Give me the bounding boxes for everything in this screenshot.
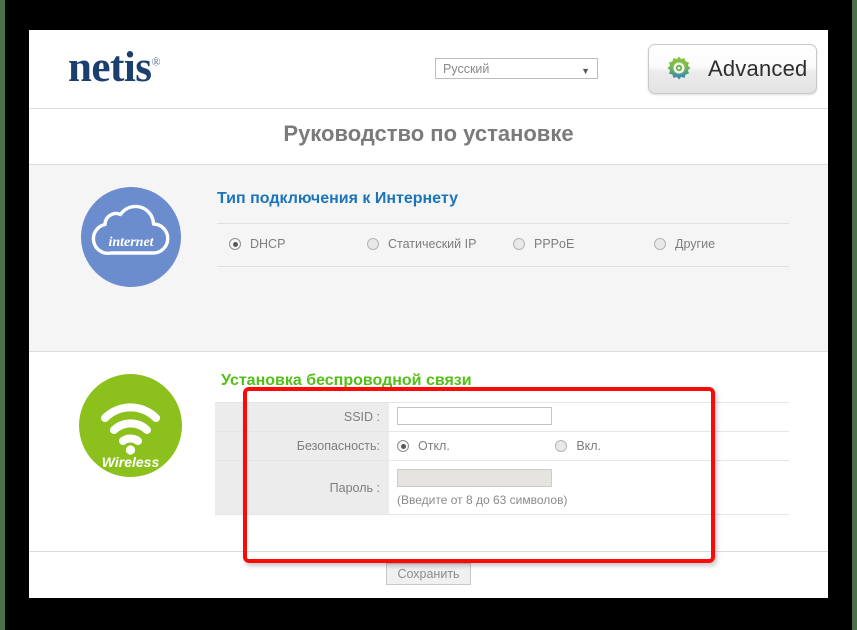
internet-icon-label: internet (108, 235, 154, 250)
page-title-bar: Руководство по установке (29, 109, 828, 165)
right-edge-strip (852, 0, 857, 630)
password-input[interactable] (397, 468, 552, 487)
connection-type-static-ip-label: Статический IP (388, 237, 477, 251)
connection-type-other[interactable]: Другие (654, 237, 715, 251)
save-button[interactable]: Сохранить (386, 563, 471, 585)
left-edge-strip (0, 0, 5, 630)
wireless-icon-label: Wireless (102, 454, 160, 470)
wireless-section-heading: Установка беспроводной связи (221, 372, 472, 389)
connection-type-pppoe[interactable]: PPPoE (513, 237, 574, 251)
wireless-section: Wireless Установка беспроводной связи SS… (29, 352, 828, 552)
connection-type-static-ip[interactable]: Статический IP (367, 237, 476, 251)
radio-dot-security-off[interactable] (397, 440, 409, 452)
security-value-cell: Откл. Вкл. (389, 431, 789, 461)
radio-dot-other[interactable] (654, 238, 666, 250)
screenshot-frame: netis® Русский ▼ Advanced Руководство по… (0, 0, 857, 630)
table-row-security: Безопасность: Откл. Вкл. (215, 431, 789, 461)
security-option-off-label: Откл. (418, 439, 450, 453)
security-option-on-label: Вкл. (576, 439, 602, 453)
language-select-value: Русский (443, 62, 490, 76)
password-value-cell: (Введите от 8 до 63 символов) (389, 460, 789, 515)
table-row-ssid: SSID : (215, 402, 789, 432)
table-row-password: Пароль : (Введите от 8 до 63 символов) (215, 460, 789, 515)
password-label: Пароль : (215, 460, 389, 515)
security-option-on[interactable]: Вкл. (555, 439, 601, 453)
page-footer: Сохранить (29, 552, 828, 598)
radio-dot-static-ip[interactable] (367, 238, 379, 250)
ssid-label: SSID : (215, 402, 389, 432)
connection-type-dhcp[interactable]: DHCP (229, 237, 285, 251)
ssid-value-cell (389, 402, 789, 432)
wireless-settings-form: SSID : Безопасность: Откл. Вкл. Пароль:… (215, 402, 789, 515)
internet-section: internet Тип подключения к Интернету DHC… (29, 165, 828, 352)
password-hint: (Введите от 8 до 63 символов) (397, 492, 568, 507)
wireless-signal-icon: Wireless (79, 374, 182, 477)
chevron-down-icon: ▼ (581, 66, 590, 76)
ssid-input[interactable] (397, 406, 552, 425)
connection-type-other-label: Другие (675, 237, 716, 251)
language-select[interactable]: Русский ▼ (435, 58, 598, 79)
gear-icon (663, 54, 695, 91)
radio-dot-dhcp[interactable] (229, 238, 241, 250)
internet-cloud-icon: internet (81, 187, 181, 287)
connection-type-radio-group: DHCP Статический IP PPPoE Другие (217, 223, 789, 267)
connection-type-dhcp-label: DHCP (250, 237, 286, 251)
page-title: Руководство по установке (283, 121, 574, 146)
registered-trademark-icon: ® (151, 54, 161, 69)
advanced-button-label: Advanced (708, 56, 808, 81)
netis-logo: netis® (68, 44, 161, 91)
radio-dot-pppoe[interactable] (513, 238, 525, 250)
router-setup-page: netis® Русский ▼ Advanced Руководство по… (29, 30, 828, 598)
security-label: Безопасность: (215, 431, 389, 461)
radio-dot-security-on[interactable] (555, 440, 568, 452)
connection-type-pppoe-label: PPPoE (534, 237, 575, 251)
security-option-off[interactable]: Откл. (397, 439, 450, 453)
netis-logo-text: netis (68, 44, 152, 91)
internet-section-heading: Тип подключения к Интернету (217, 190, 458, 207)
page-header: netis® Русский ▼ Advanced (29, 30, 828, 109)
advanced-button[interactable]: Advanced (648, 44, 817, 94)
